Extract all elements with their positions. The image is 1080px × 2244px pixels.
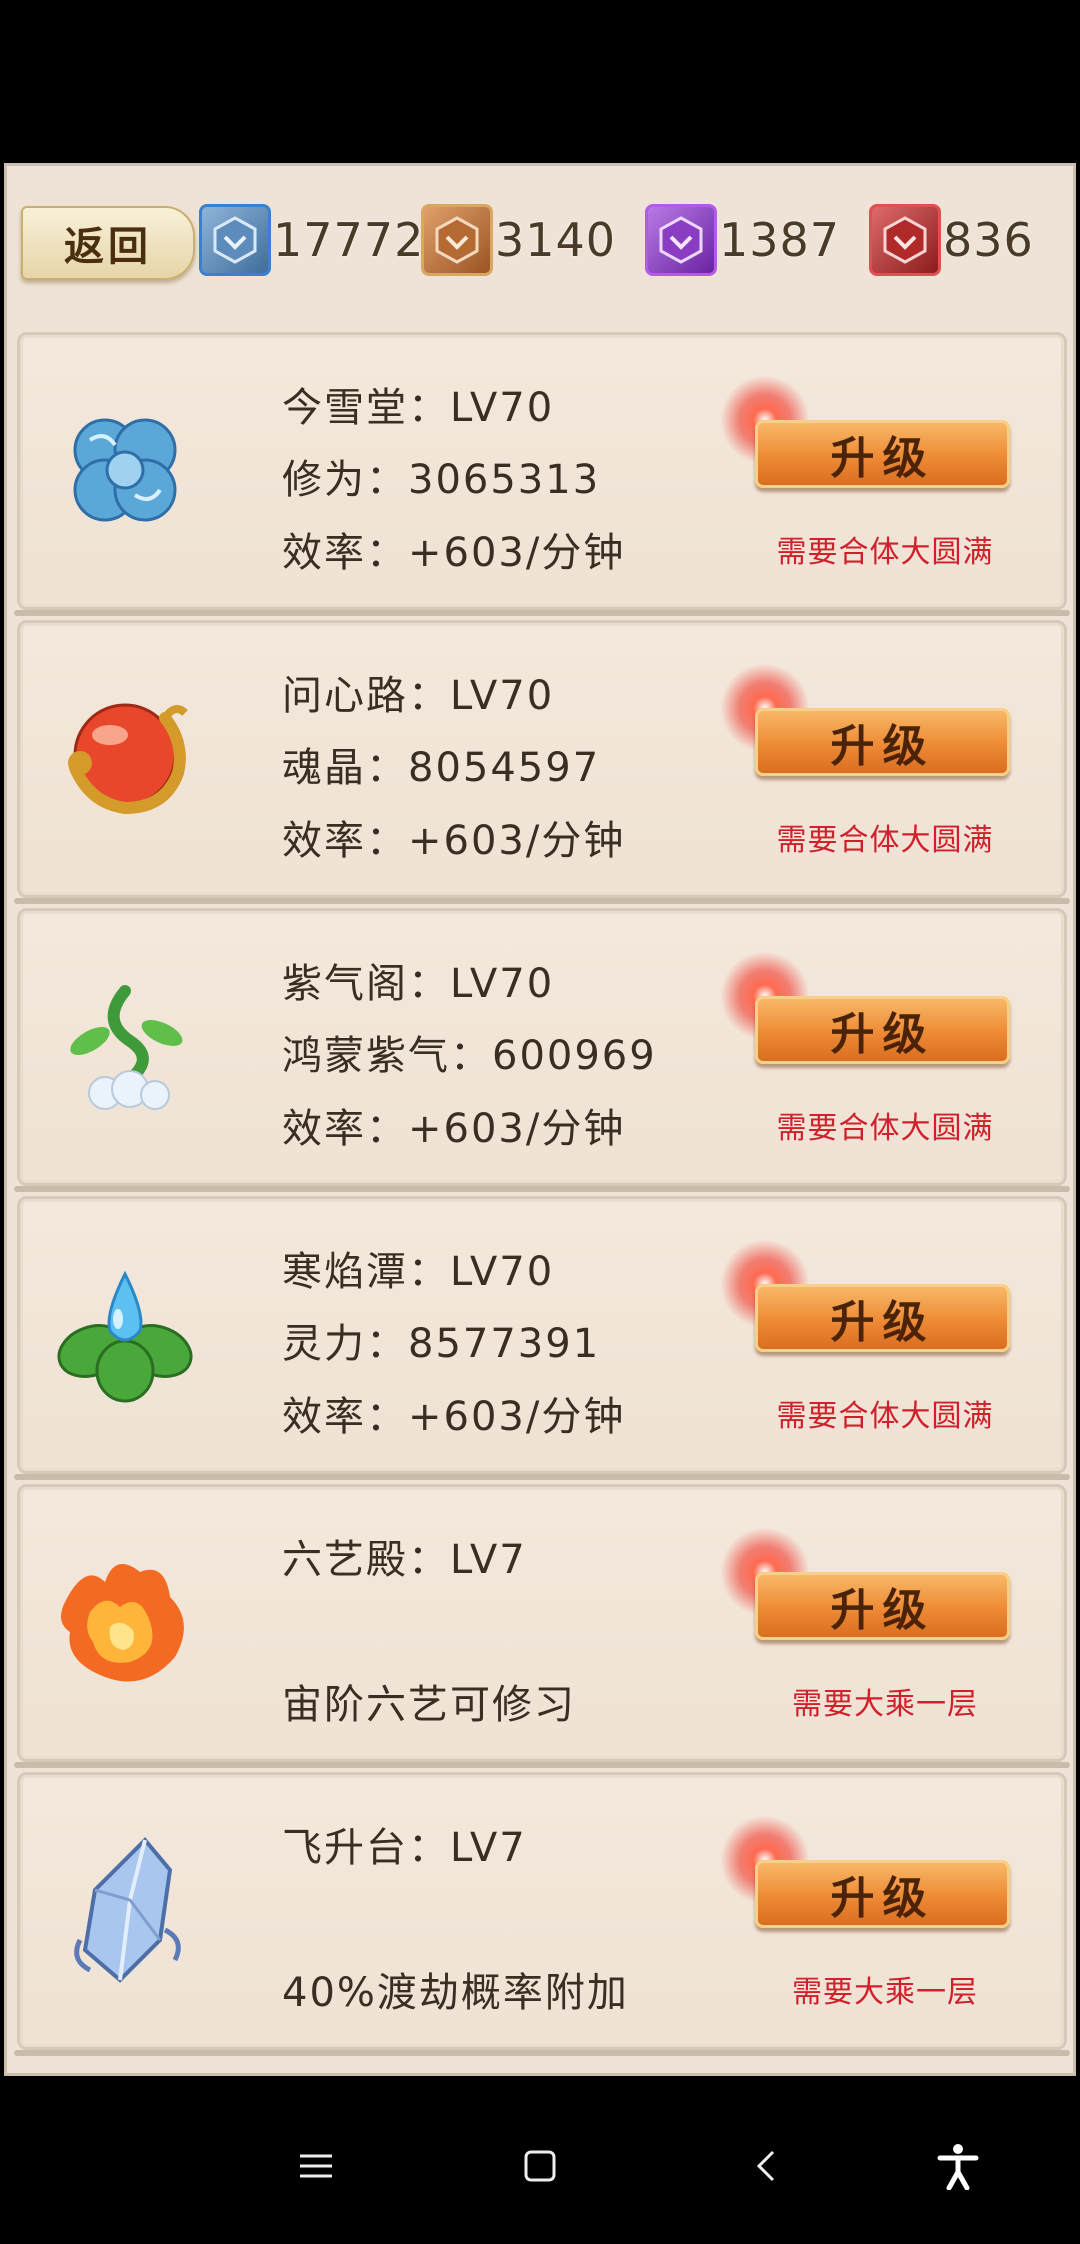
upgrade-requirement: 需要合体大圆满 — [776, 535, 994, 570]
building-resource: 魂晶：8054597 — [282, 745, 601, 791]
ice-crystal-icon — [45, 1830, 205, 1990]
upgrade-button[interactable]: 升级 — [755, 1284, 1010, 1352]
building-name-level: 六艺殿：LV7 — [282, 1537, 527, 1583]
back-button[interactable]: 返回 — [21, 206, 195, 280]
building-name-level: 今雪堂：LV70 — [282, 385, 555, 431]
currency-value: 17772 — [273, 213, 425, 267]
water-drop-leaf-icon — [45, 1254, 205, 1414]
building-resource: 修为：3065313 — [282, 457, 601, 503]
upgrade-button[interactable]: 升级 — [755, 1860, 1010, 1928]
currency-red: 836 — [869, 201, 1034, 279]
vine-cloud-icon — [45, 966, 205, 1126]
currency-purple: 1387 — [645, 201, 840, 279]
building-row: 问心路：LV70 魂晶：8054597 效率：+603/分钟 升级 需要合体大圆… — [14, 620, 1070, 904]
currency-blue: 17772 — [199, 201, 424, 279]
building-resource: 鸿蒙紫气：600969 — [282, 1033, 657, 1079]
upgrade-requirement: 需要大乘一层 — [792, 1687, 978, 1722]
dragon-orb-icon — [45, 678, 205, 838]
blue-crystal-icon — [199, 204, 271, 276]
currency-bronze: 3140 — [421, 201, 616, 279]
currency-value: 3140 — [495, 213, 617, 267]
back-chevron-icon[interactable] — [726, 2126, 806, 2206]
building-name-level: 寒焰潭：LV70 — [282, 1249, 555, 1295]
upgrade-requirement: 需要大乘一层 — [792, 1975, 978, 2010]
building-row: 六艺殿：LV7 宙阶六艺可修习 升级 需要大乘一层 — [14, 1484, 1070, 1768]
upgrade-requirement: 需要合体大圆满 — [776, 823, 994, 858]
main-panel: 返回 17772 3140 1387 836 今雪堂：LV70 修为：30653… — [4, 163, 1076, 2076]
currency-value: 836 — [943, 213, 1034, 267]
upgrade-button[interactable]: 升级 — [755, 708, 1010, 776]
building-name-level: 问心路：LV70 — [282, 673, 555, 719]
building-list: 今雪堂：LV70 修为：3065313 效率：+603/分钟 升级 需要合体大圆… — [14, 332, 1070, 2060]
building-name-level: 飞升台：LV7 — [282, 1825, 527, 1871]
building-row: 飞升台：LV7 40%渡劫概率附加 升级 需要大乘一层 — [14, 1772, 1070, 2056]
flame-icon — [45, 1542, 205, 1702]
upgrade-button[interactable]: 升级 — [755, 1572, 1010, 1640]
building-row: 寒焰潭：LV70 灵力：8577391 效率：+603/分钟 升级 需要合体大圆… — [14, 1196, 1070, 1480]
building-rate: 效率：+603/分钟 — [282, 818, 626, 864]
upgrade-button[interactable]: 升级 — [755, 996, 1010, 1064]
upgrade-requirement: 需要合体大圆满 — [776, 1111, 994, 1146]
home-square-icon[interactable] — [500, 2126, 580, 2206]
system-nav-bar — [0, 2076, 1080, 2244]
upgrade-requirement: 需要合体大圆满 — [776, 1399, 994, 1434]
accessibility-icon[interactable] — [918, 2126, 998, 2206]
currency-value: 1387 — [719, 213, 841, 267]
building-row: 紫气阁：LV70 鸿蒙紫气：600969 效率：+603/分钟 升级 需要合体大… — [14, 908, 1070, 1192]
bronze-crystal-icon — [421, 204, 493, 276]
building-name-level: 紫气阁：LV70 — [282, 961, 555, 1007]
building-effect: 40%渡劫概率附加 — [282, 1970, 629, 2016]
building-rate: 效率：+603/分钟 — [282, 1106, 626, 1152]
cloud-swirl-icon — [45, 390, 205, 550]
building-rate: 效率：+603/分钟 — [282, 1394, 626, 1440]
red-crystal-icon — [869, 204, 941, 276]
purple-crystal-icon — [645, 204, 717, 276]
menu-icon[interactable] — [276, 2126, 356, 2206]
upgrade-button[interactable]: 升级 — [755, 420, 1010, 488]
building-rate: 效率：+603/分钟 — [282, 530, 626, 576]
building-resource: 灵力：8577391 — [282, 1321, 601, 1367]
building-row: 今雪堂：LV70 修为：3065313 效率：+603/分钟 升级 需要合体大圆… — [14, 332, 1070, 616]
building-effect: 宙阶六艺可修习 — [282, 1682, 576, 1728]
top-bar: 返回 17772 3140 1387 836 — [7, 166, 1073, 326]
